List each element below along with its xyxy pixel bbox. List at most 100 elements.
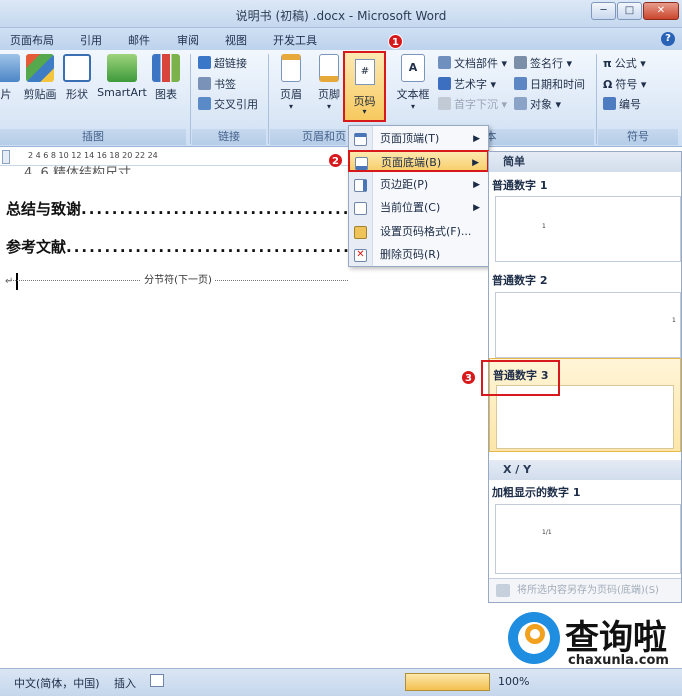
title-bar: 说明书 (初稿) .docx - Microsoft Word ─ □ ✕ xyxy=(0,0,682,28)
highlight-box xyxy=(481,360,560,396)
wordart-button[interactable]: 艺术字 ▾ xyxy=(438,76,496,94)
shapes-button[interactable]: 形状 xyxy=(62,54,92,102)
submenu-arrow-icon: ▶ xyxy=(472,158,479,168)
quick-parts-button[interactable]: 文档部件 ▾ xyxy=(438,55,507,73)
tab-developer[interactable]: 开发工具 xyxy=(273,32,317,48)
submenu-arrow-icon: ▶ xyxy=(473,203,480,213)
tab-view[interactable]: 视图 xyxy=(225,32,247,48)
gallery-thumbnail: 1/1 xyxy=(495,504,681,574)
tab-mailings[interactable]: 邮件 xyxy=(128,32,150,48)
menu-item-remove-page-numbers[interactable]: ✕ 删除页码(R) xyxy=(349,244,488,266)
signature-line-icon xyxy=(514,56,527,69)
tab-page-layout[interactable]: 页面布局 xyxy=(10,32,54,48)
bookmark-label: 书签 xyxy=(214,78,236,91)
chart-button[interactable]: 图表 xyxy=(150,54,182,102)
quick-parts-icon xyxy=(438,56,451,69)
tab-references[interactable]: 引用 xyxy=(80,32,102,48)
cross-reference-label: 交叉引用 xyxy=(214,98,258,111)
header-button[interactable]: 页眉 ▾ xyxy=(276,54,306,111)
bookmark-button[interactable]: 书签 xyxy=(198,76,236,94)
menu-item-format-page-numbers[interactable]: 设置页码格式(F)... xyxy=(349,221,488,243)
status-bar: 中文(简体，中国) 插入 100% xyxy=(0,668,682,696)
minimize-button[interactable]: ─ xyxy=(591,2,616,20)
hyperlink-icon xyxy=(198,56,211,69)
picture-button[interactable]: 片 xyxy=(0,54,20,102)
page-number-icon: # xyxy=(355,59,375,85)
macro-record-icon[interactable] xyxy=(150,674,164,687)
drop-cap-button[interactable]: 首字下沉 ▾ xyxy=(438,96,507,114)
page-margins-icon xyxy=(354,179,367,192)
submenu-arrow-icon: ▶ xyxy=(473,180,480,190)
footer-icon xyxy=(319,54,339,82)
indent-marker[interactable] xyxy=(2,150,10,164)
group-label-links: 链接 xyxy=(192,129,266,145)
textbox-button[interactable]: A 文本框 ▾ xyxy=(395,54,431,111)
menu-item-bottom-of-page[interactable]: 页面底端(B) ▶ xyxy=(348,150,489,172)
textbox-label: 文本框 xyxy=(396,88,430,101)
menu-item-label: 页面底端(B) xyxy=(381,156,442,169)
chevron-down-icon: ▾ xyxy=(288,102,293,111)
ruler-numbers: 2 4 6 8 10 12 14 16 18 20 22 24 xyxy=(28,151,158,160)
hyperlink-button[interactable]: 超链接 xyxy=(198,55,247,73)
numbering-icon xyxy=(603,97,616,110)
zoom-level[interactable]: 100% xyxy=(498,675,529,688)
bottom-of-page-icon xyxy=(355,157,368,170)
submenu-arrow-icon: ▶ xyxy=(473,134,480,144)
watermark-text: 查询啦 xyxy=(565,618,667,658)
save-gallery-icon xyxy=(496,584,510,597)
format-page-numbers-icon xyxy=(354,226,367,239)
page-number-button[interactable]: # 页码 ▾ xyxy=(343,51,386,122)
drop-cap-label: 首字下沉 ▾ xyxy=(454,98,508,111)
shapes-label: 形状 xyxy=(66,88,88,101)
gallery-thumbnail: 1 xyxy=(495,196,681,262)
signature-line-label: 签名行 ▾ xyxy=(530,57,573,70)
close-button[interactable]: ✕ xyxy=(643,2,679,20)
toc-entry-title: 总结与致谢 xyxy=(6,200,82,218)
page-number-menu: 页面顶端(T) ▶ 页面底端(B) ▶ 页边距(P) ▶ 当前位置(C) ▶ 设… xyxy=(348,125,489,267)
smartart-button[interactable]: SmartArt xyxy=(96,54,148,99)
quick-parts-label: 文档部件 ▾ xyxy=(454,57,508,70)
symbol-button[interactable]: Ω 符号 ▾ xyxy=(603,76,646,94)
chevron-down-icon: ▾ xyxy=(362,107,367,116)
section-break-label: 分节符(下一页) xyxy=(141,275,215,286)
menu-item-page-margins[interactable]: 页边距(P) ▶ xyxy=(349,174,488,196)
insert-mode-status[interactable]: 插入 xyxy=(114,675,136,691)
step-badge-3: 3 xyxy=(461,370,476,385)
window-title: 说明书 (初稿) .docx - Microsoft Word xyxy=(235,9,447,23)
save-selection-label: 将所选内容另存为页码(底端)(S) xyxy=(517,585,659,596)
hyperlink-label: 超链接 xyxy=(214,57,247,70)
help-icon[interactable]: ? xyxy=(661,32,675,46)
object-button[interactable]: 对象 ▾ xyxy=(514,96,561,114)
date-time-button[interactable]: 日期和时间 xyxy=(514,76,585,94)
object-icon xyxy=(514,97,527,110)
textbox-icon: A xyxy=(401,54,425,82)
wordart-icon xyxy=(438,77,451,90)
watermark-url: chaxunla.com xyxy=(568,653,669,668)
group-label-symbols: 符号 xyxy=(598,129,678,145)
footer-button[interactable]: 页脚 ▾ xyxy=(314,54,344,111)
toc-entry[interactable]: 参考文献....................................… xyxy=(6,236,397,257)
page-number-sample: 1 xyxy=(672,317,676,324)
menu-item-top-of-page[interactable]: 页面顶端(T) ▶ xyxy=(349,128,488,150)
clipart-button[interactable]: 剪贴画 xyxy=(20,54,60,102)
view-buttons[interactable] xyxy=(405,673,490,691)
equation-button[interactable]: π 公式 ▾ xyxy=(603,55,646,73)
menu-item-current-position[interactable]: 当前位置(C) ▶ xyxy=(349,197,488,219)
cross-reference-icon xyxy=(198,97,211,110)
cross-reference-button[interactable]: 交叉引用 xyxy=(198,96,258,114)
language-status[interactable]: 中文(简体，中国) xyxy=(14,675,100,691)
group-label-illustrations: 插图 xyxy=(0,129,186,145)
numbering-button[interactable]: 编号 xyxy=(603,96,641,114)
date-time-label: 日期和时间 xyxy=(530,78,585,91)
signature-line-button[interactable]: 签名行 ▾ xyxy=(514,55,572,73)
menu-item-label: 页面顶端(T) xyxy=(380,132,440,145)
tab-review[interactable]: 审阅 xyxy=(177,32,199,48)
clipart-label: 剪贴画 xyxy=(23,88,57,101)
top-of-page-icon xyxy=(354,133,367,146)
picture-icon xyxy=(0,54,20,82)
maximize-button[interactable]: □ xyxy=(617,2,642,20)
save-selection-as-page-number-button[interactable]: 将所选内容另存为页码(底端)(S) xyxy=(489,578,681,602)
group-separator xyxy=(596,54,597,144)
gallery-item-title: 普通数字 1 xyxy=(492,179,548,192)
group-separator xyxy=(190,54,191,144)
